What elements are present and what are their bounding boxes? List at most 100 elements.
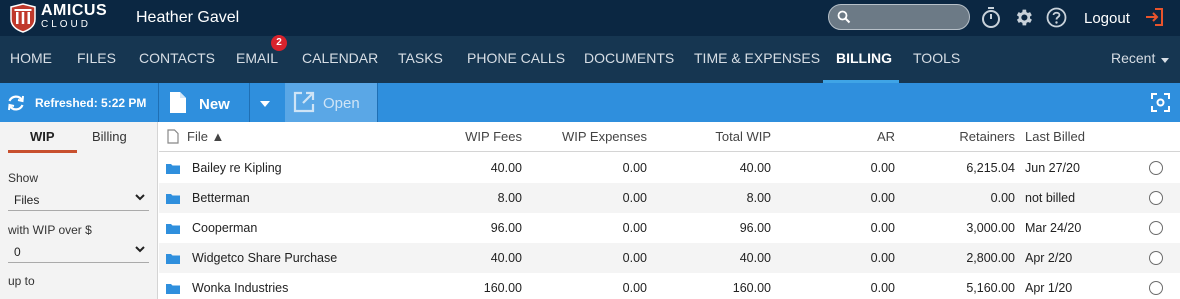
nav-email[interactable]: EMAIL xyxy=(236,50,278,66)
logout-button[interactable]: Logout xyxy=(1084,10,1130,27)
gear-icon[interactable] xyxy=(1013,7,1034,28)
nav-time-expenses[interactable]: TIME & EXPENSES xyxy=(694,50,820,66)
cell-wip-fees: 40.00 xyxy=(490,161,522,175)
logout-arrow-icon[interactable] xyxy=(1144,7,1164,27)
show-label: Show xyxy=(8,171,39,185)
toolbar-divider xyxy=(377,83,378,122)
cell-wip-expenses: 0.00 xyxy=(622,281,647,295)
cell-last-billed: Apr 1/20 xyxy=(1025,281,1073,295)
cell-retainers: 0.00 xyxy=(990,191,1015,205)
caret-down-icon xyxy=(260,101,270,107)
folder-icon xyxy=(166,224,180,234)
chevron-down-icon xyxy=(135,194,145,201)
cell-total-wip: 160.00 xyxy=(732,281,771,295)
help-circle-icon[interactable] xyxy=(1046,7,1067,28)
column-header-wip-expenses[interactable]: WIP Expenses xyxy=(529,129,647,144)
nav-calendar[interactable]: CALENDAR xyxy=(302,50,378,66)
cell-last-billed: not billed xyxy=(1025,191,1076,205)
cell-total-wip: 8.00 xyxy=(746,191,771,205)
cell-file: Widgetco Share Purchase xyxy=(192,251,338,265)
column-header-retainers[interactable]: Retainers xyxy=(919,129,1015,144)
tab-wip[interactable]: WIP xyxy=(30,129,55,144)
search-icon xyxy=(837,10,851,24)
nav-tasks[interactable]: TASKS xyxy=(398,50,443,66)
chevron-down-icon xyxy=(135,246,145,253)
column-header-last-billed[interactable]: Last Billed xyxy=(1025,129,1085,144)
table-row[interactable]: Betterman 8.00 0.00 8.00 0.00 0.00 not b… xyxy=(159,183,1180,213)
open-label: Open xyxy=(323,95,360,112)
row-select-radio[interactable] xyxy=(1149,221,1163,235)
top-bar: AMICUS CLOUD Heather Gavel Logout xyxy=(0,0,1180,36)
wip-over-label: with WIP over $ xyxy=(8,223,92,237)
row-select-radio[interactable] xyxy=(1149,161,1163,175)
table-row[interactable]: Widgetco Share Purchase 40.00 0.00 40.00… xyxy=(159,243,1180,273)
focus-screen-icon[interactable] xyxy=(1151,93,1170,112)
cell-total-wip: 40.00 xyxy=(739,251,771,265)
search-input[interactable] xyxy=(828,4,970,30)
nav-home[interactable]: HOME xyxy=(10,50,52,66)
row-select-radio[interactable] xyxy=(1149,251,1163,265)
cell-wip-fees: 96.00 xyxy=(490,221,522,235)
billing-toolbar: Refreshed: 5:22 PM New Open xyxy=(0,83,1180,122)
cell-wip-expenses: 0.00 xyxy=(622,161,647,175)
show-select[interactable]: Files xyxy=(8,189,149,211)
wip-over-select[interactable]: 0 xyxy=(8,241,149,263)
table-row[interactable]: Cooperman 96.00 0.00 96.00 0.00 3,000.00… xyxy=(159,213,1180,243)
brand-logo[interactable]: AMICUS CLOUD xyxy=(41,3,107,30)
document-icon xyxy=(170,92,186,113)
tab-billing[interactable]: Billing xyxy=(92,129,127,144)
cell-last-billed: Jun 27/20 xyxy=(1025,161,1080,175)
active-tab-underline xyxy=(8,150,77,153)
file-icon xyxy=(167,129,179,144)
nav-documents[interactable]: DOCUMENTS xyxy=(584,50,674,66)
column-header-wip-fees[interactable]: WIP Fees xyxy=(424,129,522,144)
cell-last-billed: Mar 24/20 xyxy=(1025,221,1082,235)
table-header: File ▲ WIP Fees WIP Expenses Total WIP A… xyxy=(159,122,1180,152)
refreshed-timestamp: Refreshed: 5:22 PM xyxy=(35,96,147,110)
cell-retainers: 3,000.00 xyxy=(966,221,1015,235)
nav-files[interactable]: FILES xyxy=(77,50,116,66)
cell-file: Bailey re Kipling xyxy=(192,161,282,175)
cell-ar: 0.00 xyxy=(870,221,895,235)
cell-ar: 0.00 xyxy=(870,191,895,205)
amicus-shield-icon[interactable] xyxy=(8,3,38,33)
recent-dropdown[interactable]: Recent xyxy=(1111,50,1155,66)
new-dropdown-button[interactable] xyxy=(250,83,285,122)
folder-icon xyxy=(166,194,180,204)
cell-wip-fees: 40.00 xyxy=(490,251,522,265)
cell-wip-expenses: 0.00 xyxy=(622,221,647,235)
cell-ar: 0.00 xyxy=(870,161,895,175)
up-to-label: up to xyxy=(8,274,35,288)
cell-wip-fees: 160.00 xyxy=(483,281,522,295)
open-button[interactable]: Open xyxy=(285,83,377,122)
cell-wip-fees: 8.00 xyxy=(497,191,522,205)
nav-phone-calls[interactable]: PHONE CALLS xyxy=(467,50,565,66)
filter-panel: WIP Billing Show Files with WIP over $ 0… xyxy=(0,122,158,299)
main-nav: HOME FILES CONTACTS EMAIL CALENDAR TASKS… xyxy=(0,36,1180,83)
nav-contacts[interactable]: CONTACTS xyxy=(139,50,215,66)
table-row[interactable]: Wonka Industries 160.00 0.00 160.00 0.00… xyxy=(159,273,1180,299)
new-label: New xyxy=(199,96,230,113)
column-header-ar[interactable]: AR xyxy=(799,129,895,144)
cell-file: Betterman xyxy=(192,191,250,205)
cell-file: Cooperman xyxy=(192,221,258,235)
table-row[interactable]: Bailey re Kipling 40.00 0.00 40.00 0.00 … xyxy=(159,153,1180,183)
cell-wip-expenses: 0.00 xyxy=(622,251,647,265)
nav-billing[interactable]: BILLING xyxy=(836,50,892,66)
cell-retainers: 6,215.04 xyxy=(966,161,1015,175)
refresh-icon[interactable] xyxy=(6,93,26,113)
cell-ar: 0.00 xyxy=(870,281,895,295)
new-button[interactable]: New xyxy=(159,83,249,122)
column-header-file[interactable]: File ▲ xyxy=(187,129,224,144)
nav-tools[interactable]: TOOLS xyxy=(913,50,960,66)
column-header-total-wip[interactable]: Total WIP xyxy=(661,129,771,144)
stopwatch-icon[interactable] xyxy=(981,7,1001,29)
cell-total-wip: 96.00 xyxy=(739,221,771,235)
cell-file: Wonka Industries xyxy=(192,281,289,295)
brand-main: AMICUS xyxy=(41,2,108,19)
row-select-radio[interactable] xyxy=(1149,191,1163,205)
show-select-value: Files xyxy=(14,193,40,207)
row-select-radio[interactable] xyxy=(1149,281,1163,295)
open-external-icon xyxy=(293,91,315,113)
brand-sub: CLOUD xyxy=(41,19,92,30)
